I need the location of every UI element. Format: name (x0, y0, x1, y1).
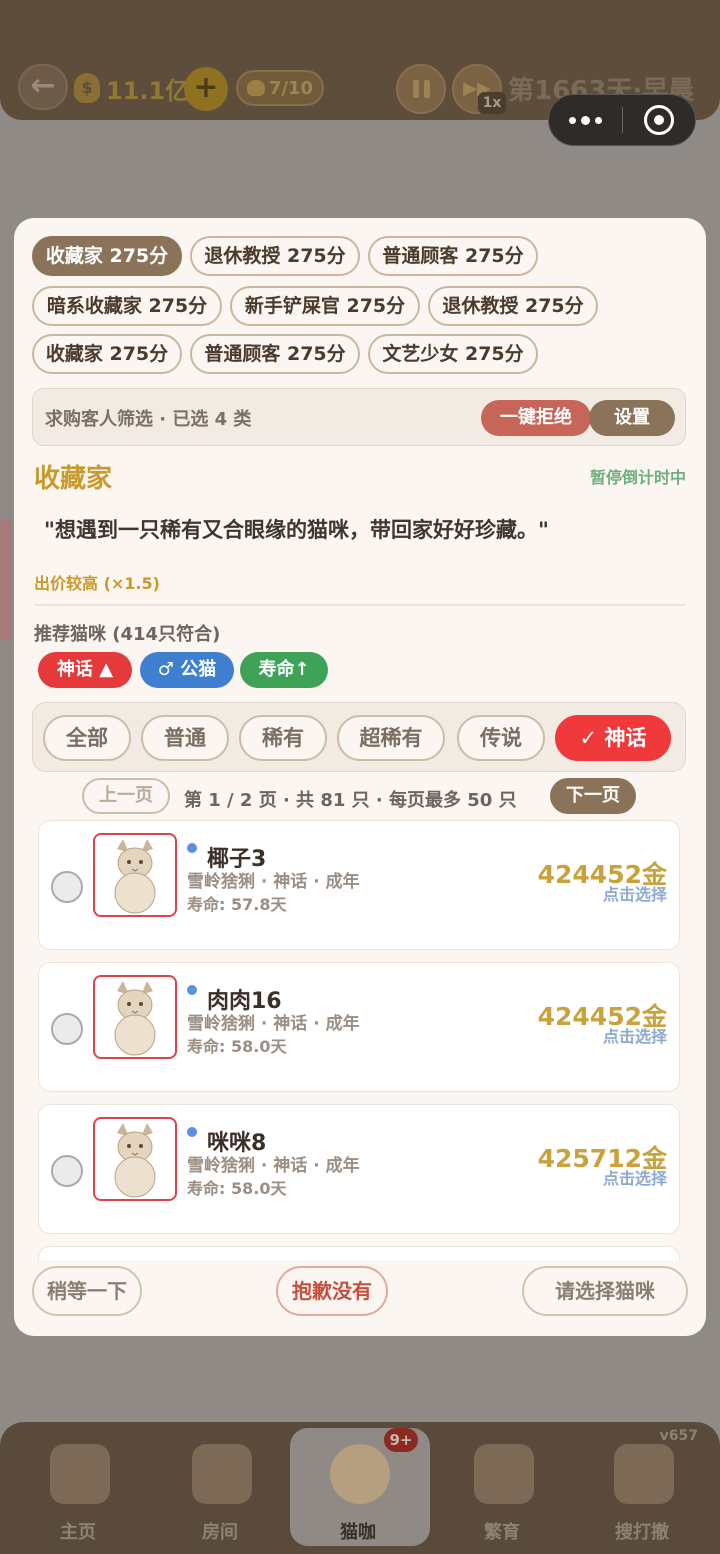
reject-all-button[interactable]: 一键拒绝 (481, 400, 591, 436)
tag-mythic: 神话 ▲ (38, 652, 132, 688)
cat-card[interactable]: 椰子3 雪岭猞猁 · 神话 · 成年 寿命: 57.8天 424452金 点击选… (38, 820, 680, 950)
buyer-chip[interactable]: 收藏家 275分 (32, 334, 182, 374)
version-label: v657 (659, 1428, 698, 1444)
select-radio[interactable] (51, 1013, 83, 1045)
cat-head-icon (246, 80, 265, 96)
timer-paused-note: 暂停倒计时中 (589, 468, 686, 487)
cat-lifespan: 寿命: 58.0天 (187, 1179, 287, 1198)
cat-lifespan: 寿命: 58.0天 (187, 1037, 287, 1056)
cat-bed-icon (192, 1444, 252, 1504)
tap-to-select-hint: 点击选择 (602, 1169, 667, 1188)
buyer-chip[interactable]: 新手铲屎官 275分 (230, 286, 420, 326)
status-dot (187, 843, 197, 853)
money-bag-icon: $ (74, 73, 100, 103)
pause-button[interactable] (396, 64, 446, 114)
customer-name: 收藏家 (34, 464, 113, 494)
cat-card-partial[interactable] (38, 1246, 680, 1260)
money-amount: 11.1亿 (106, 76, 190, 105)
background-panel-edge (0, 520, 12, 640)
nav-label: 主页 (60, 1522, 96, 1543)
back-arrow-button[interactable]: ← (18, 64, 68, 110)
lynx-cat-portrait (93, 975, 177, 1059)
tap-to-select-hint: 点击选择 (602, 885, 667, 904)
money-display: $ 11.1亿 (74, 70, 189, 106)
recommend-title: 推荐猫咪 (414只符合) (34, 624, 221, 645)
nav-label: 搜打撤 (615, 1522, 669, 1543)
buyer-filter-bar: 求购客人筛选 · 已选 4 类 一键拒绝 设置 (32, 388, 686, 446)
lynx-cat-portrait (93, 1117, 177, 1201)
cat-card[interactable]: 肉肉16 雪岭猞猁 · 神话 · 成年 寿命: 58.0天 424452金 点击… (38, 962, 680, 1092)
cat-list: 椰子3 雪岭猞猁 · 神话 · 成年 寿命: 57.8天 424452金 点击选… (38, 820, 682, 1260)
nav-label: 猫咖 (340, 1522, 376, 1543)
select-radio[interactable] (51, 871, 83, 903)
buyer-chip[interactable]: 普通顾客 275分 (190, 334, 360, 374)
close-miniprogram-icon[interactable] (623, 94, 696, 146)
cats-heart-icon (474, 1444, 534, 1504)
add-money-button[interactable]: + (184, 67, 228, 111)
house-icon (50, 1444, 110, 1504)
magnifier-map-icon (614, 1444, 674, 1504)
customer-quote: "想遇到一只稀有又合眼缘的猫咪，带回家好好珍藏。" (44, 518, 549, 542)
rarity-tab-rare[interactable]: 稀有 (239, 715, 327, 761)
filter-summary: 求购客人筛选 · 已选 4 类 (45, 409, 252, 430)
buyer-chip[interactable]: 退休教授 275分 (428, 286, 598, 326)
pagination: 上一页 第 1 / 2 页 · 共 81 只 · 每页最多 50 只 下一页 (14, 774, 706, 818)
nav-room[interactable]: 房间 (148, 1422, 292, 1554)
select-radio[interactable] (51, 1155, 83, 1187)
buyer-chip[interactable]: 文艺少女 275分 (368, 334, 538, 374)
page-info: 第 1 / 2 页 · 共 81 只 · 每页最多 50 只 (184, 790, 517, 811)
buyer-chip[interactable]: 收藏家 275分 (32, 236, 182, 276)
rarity-tab-super-rare[interactable]: 超稀有 (337, 715, 445, 761)
tap-to-select-hint: 点击选择 (602, 1027, 667, 1046)
cat-capacity-text: 7/10 (268, 77, 314, 99)
rarity-tab-mythic[interactable]: ✓ 神话 (555, 715, 671, 761)
prev-page-button[interactable]: 上一页 (82, 778, 170, 814)
buyer-chip[interactable]: 普通顾客 275分 (368, 236, 538, 276)
next-page-button[interactable]: 下一页 (550, 778, 636, 814)
rarity-tab-all[interactable]: 全部 (43, 715, 131, 761)
section-divider (34, 604, 686, 606)
miniprogram-capsule (548, 94, 696, 146)
buyer-chip[interactable]: 退休教授 275分 (190, 236, 360, 276)
lynx-cat-portrait (93, 833, 177, 917)
speed-multiplier: 1x (478, 92, 506, 114)
customer-request-dialog: 收藏家 275分 退休教授 275分 普通顾客 275分 暗系收藏家 275分 … (14, 218, 706, 1336)
price-multiplier-note: 出价较高 (×1.5) (34, 574, 160, 593)
nav-label: 繁育 (484, 1522, 520, 1543)
tag-lifespan: 寿命↑ (240, 652, 328, 688)
cat-breed-info: 雪岭猞猁 · 神话 · 成年 (187, 1156, 360, 1176)
cat-cup-icon (330, 1444, 390, 1504)
filter-settings-button[interactable]: 设置 (589, 400, 675, 436)
cat-card[interactable]: 咪咪8 雪岭猞猁 · 神话 · 成年 寿命: 58.0天 425712金 点击选… (38, 1104, 680, 1234)
more-dots-icon[interactable] (549, 94, 622, 146)
bottom-navigation: 主页 房间 猫咖 9+ 繁育 搜打撤 v657 (0, 1422, 720, 1554)
cat-capacity-badge: 7/10 (236, 70, 324, 106)
nav-breeding[interactable]: 繁育 (430, 1422, 574, 1554)
nav-home[interactable]: 主页 (6, 1422, 150, 1554)
choose-cat-button[interactable]: 请选择猫咪 (522, 1266, 688, 1316)
rarity-filter-bar: 全部 普通 稀有 超稀有 传说 ✓ 神话 (32, 702, 686, 772)
rarity-tab-legend[interactable]: 传说 (457, 715, 545, 761)
cat-lifespan: 寿命: 57.8天 (187, 895, 287, 914)
sorry-none-button[interactable]: 抱歉没有 (276, 1266, 388, 1316)
status-dot (187, 985, 197, 995)
buyer-chip[interactable]: 暗系收藏家 275分 (32, 286, 222, 326)
nav-cat-cafe[interactable]: 猫咖 9+ (286, 1422, 430, 1554)
notification-badge: 9+ (384, 1428, 418, 1452)
status-dot (187, 1127, 197, 1137)
tag-male: ♂ 公猫 (140, 652, 234, 688)
wait-button[interactable]: 稍等一下 (32, 1266, 142, 1316)
nav-label: 房间 (202, 1522, 238, 1543)
rarity-tab-common[interactable]: 普通 (141, 715, 229, 761)
cat-breed-info: 雪岭猞猁 · 神话 · 成年 (187, 872, 360, 892)
cat-breed-info: 雪岭猞猁 · 神话 · 成年 (187, 1014, 360, 1034)
